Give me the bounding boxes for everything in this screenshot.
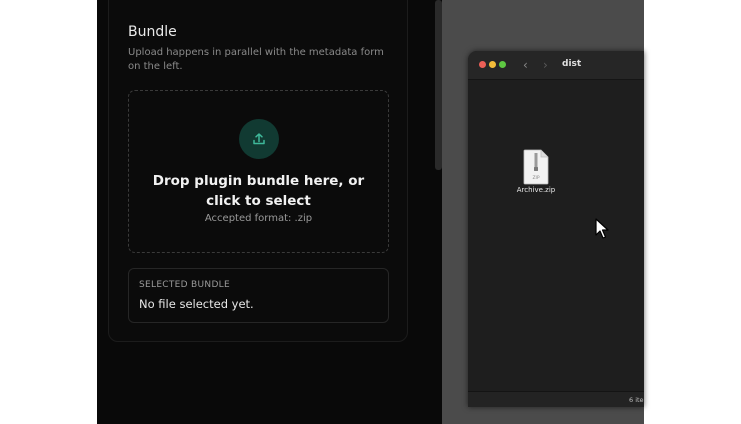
forward-chevron-icon[interactable]: ›: [543, 58, 548, 72]
close-window-button[interactable]: [479, 61, 486, 68]
accepted-format: Accepted format: .zip: [204, 213, 313, 224]
zip-file-icon: ZIP: [523, 149, 549, 185]
dropzone-prompt-line1: Drop plugin bundle here, or: [152, 173, 365, 189]
maximize-window-button[interactable]: [499, 61, 506, 68]
dropzone-prompt-line2: click to select: [206, 193, 311, 209]
back-chevron-icon[interactable]: ‹: [523, 58, 528, 72]
upload-icon: [239, 119, 279, 159]
folder-title: dist: [562, 59, 582, 69]
file-name: Archive.zip: [516, 186, 556, 194]
dropzone-prompt: Drop plugin bundle here, or click to sel…: [129, 171, 388, 211]
item-count: 6 items: [629, 396, 644, 404]
selected-bundle-label: SELECTED BUNDLE: [139, 280, 230, 290]
bundle-description: Upload happens in parallel with the meta…: [128, 47, 384, 72]
zip-badge: ZIP: [532, 175, 539, 181]
archive-zip-file[interactable]: ZIP Archive.zip: [517, 149, 555, 194]
finder-titlebar[interactable]: ‹ › dist: [468, 51, 644, 80]
finder-window: ‹ › dist ZIP Archive.zip 6 items: [468, 51, 644, 407]
selected-bundle-box: SELECTED BUNDLE No file selected yet.: [128, 268, 389, 323]
bundle-title: Bundle: [128, 24, 177, 40]
scrollbar[interactable]: [435, 0, 442, 170]
selected-bundle-value: No file selected yet.: [139, 297, 254, 311]
bundle-dropzone[interactable]: Drop plugin bundle here, or click to sel…: [128, 90, 389, 253]
minimize-window-button[interactable]: [489, 61, 496, 68]
finder-statusbar: 6 items: [468, 391, 644, 407]
mouse-pointer-icon: [595, 218, 609, 244]
upload-panel: Bundle Upload happens in parallel with t…: [97, 0, 442, 424]
